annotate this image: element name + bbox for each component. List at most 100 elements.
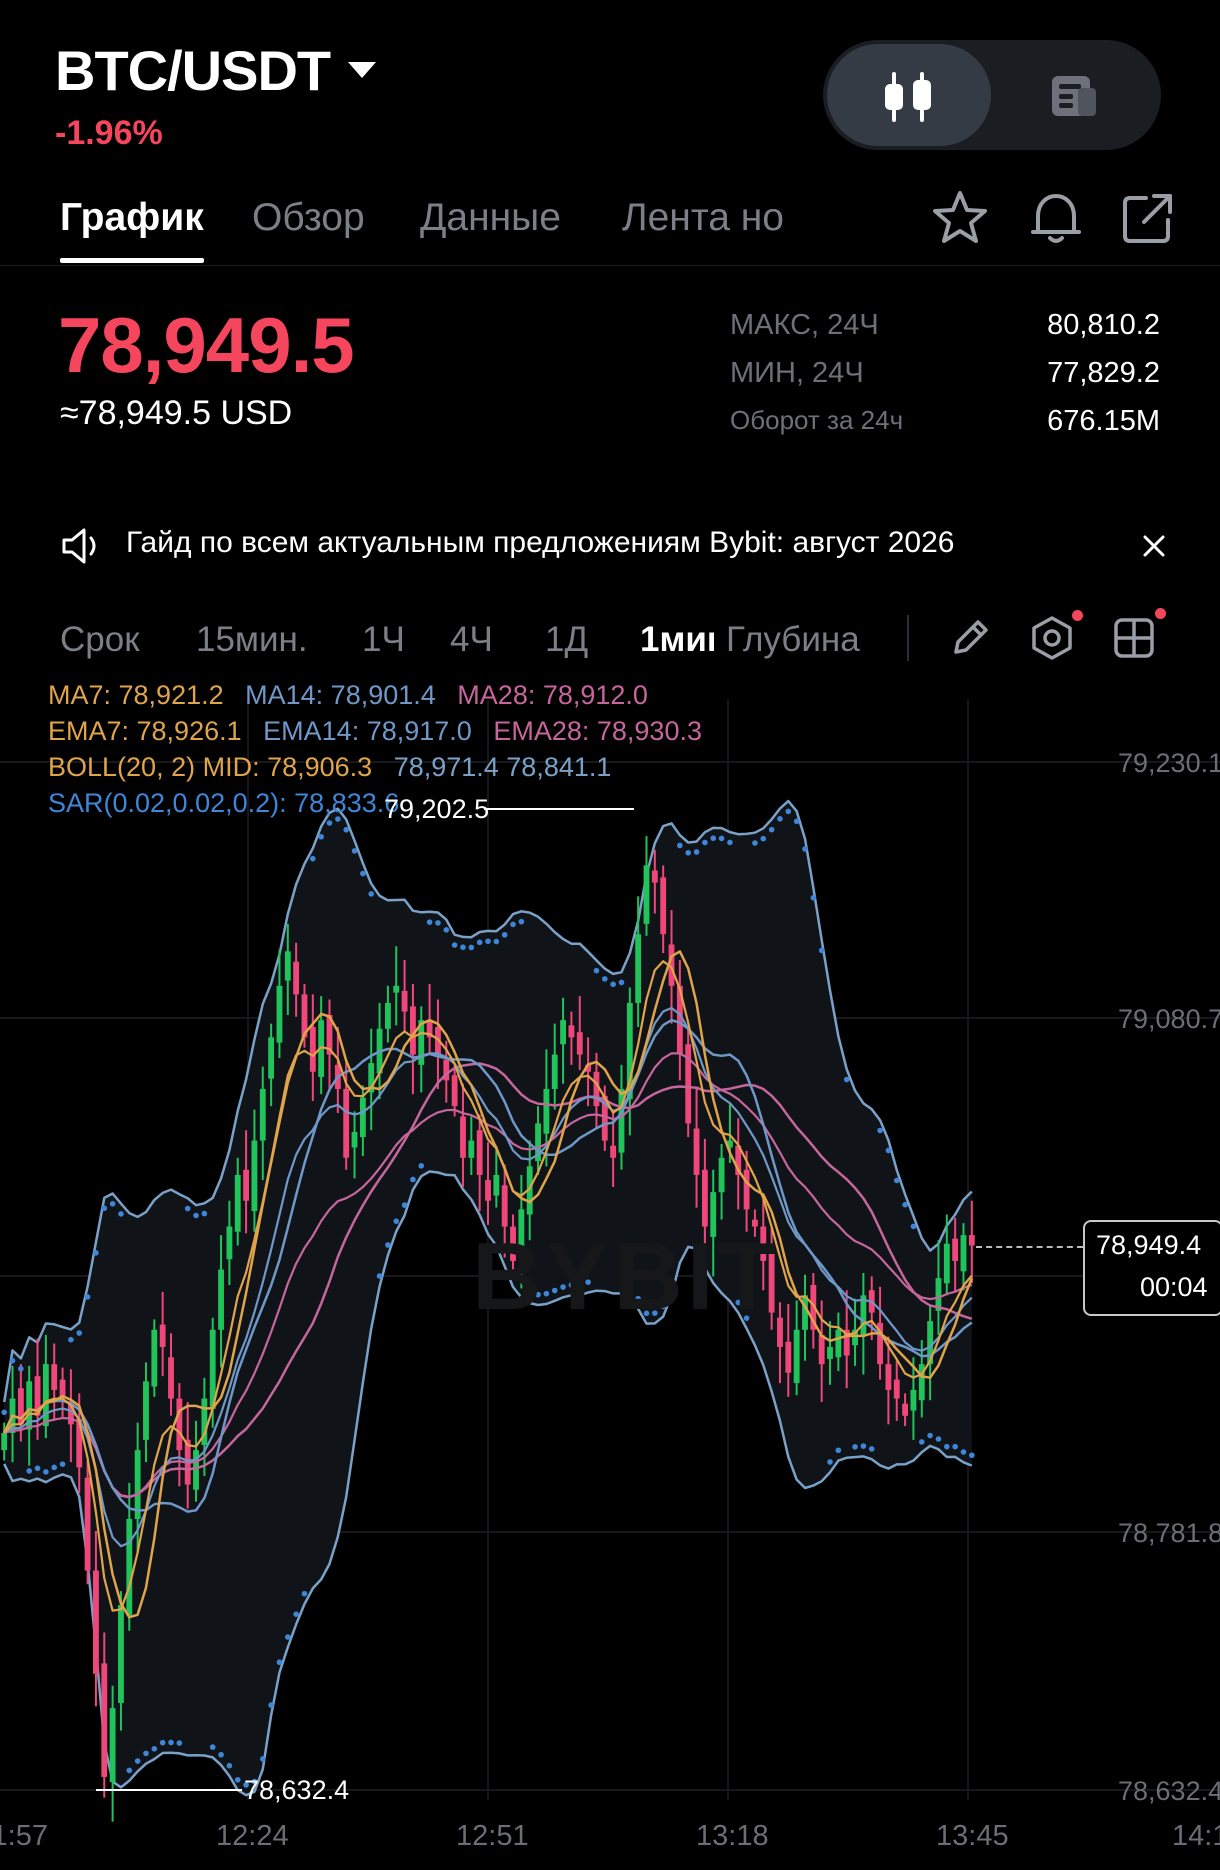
share-icon[interactable] [1120,190,1176,246]
sar-dot [685,849,692,856]
sar-dot [785,808,792,815]
price-change: -1.96% [55,114,163,152]
candle [309,1027,316,1072]
legend-boll-mid: BOLL(20, 2) MID: 78,906.3 [48,752,373,782]
high-annotation-line [484,808,634,810]
candle [476,1130,483,1175]
candle [451,1075,458,1107]
sar-dot [960,1449,967,1455]
legend-ma14: MA14: 78,901.4 [245,680,436,710]
high-annotation: 79,202.5 [384,794,490,824]
sar-dot [268,1702,274,1708]
sar-dot [93,1250,99,1256]
candle [818,1334,825,1365]
last-price: 78,949.5 [58,301,355,389]
sar-dot [468,944,475,951]
candle [785,1341,792,1373]
pair-title[interactable]: BTC/USDT [55,38,331,103]
candle [943,1243,950,1284]
timeframe-1m[interactable]: 1мин [640,620,714,660]
candle [793,1329,800,1384]
sar-dot [368,891,375,897]
star-icon[interactable] [930,188,990,248]
sar-dot [768,826,775,833]
close-icon[interactable] [1142,534,1166,558]
tab-overview[interactable]: Обзор [252,196,365,240]
x-tick: 12:51 [456,1820,529,1852]
sar-dot [710,835,717,842]
sar-dot [918,1439,925,1445]
timeframe-15m[interactable]: 15мин. [196,620,308,660]
candle [893,1379,900,1399]
depth-tab[interactable]: Глубина [726,620,860,660]
sar-dot [802,846,808,852]
sar-dot [927,1432,933,1439]
news-icon[interactable] [1048,70,1100,122]
low-annotation-line [96,1789,242,1791]
sar-dot [501,932,508,938]
legend-sar-row: SAR(0.02,0.02,0.2): 78,833.6 [48,788,399,819]
timeframe-4h[interactable]: 4Ч [450,620,493,660]
x-tick: 12:24 [216,1820,289,1852]
stat-value-high: 80,810.2 [1047,309,1160,341]
sar-dot [84,1294,91,1300]
candle [802,1295,808,1330]
y-tick: 78,632.4 [1118,1776,1220,1806]
sar-dot [827,1459,833,1465]
candle [902,1403,909,1416]
timeframe-1h[interactable]: 1Ч [362,620,405,660]
sar-dot [810,894,817,901]
low-annotation: 78,632.4 [244,1775,350,1805]
candle [226,1226,233,1260]
sar-dot [109,1201,116,1207]
sar-dot [218,1751,224,1758]
tab-news-feed[interactable]: Лента но [622,196,784,240]
notification-dot [1155,608,1166,619]
sar-dot [34,1465,41,1472]
candle [176,1398,183,1451]
stat-label-turnover: Оборот за 24ч [730,405,904,435]
candle [151,1329,158,1387]
candle [743,1169,750,1210]
sar-dot [902,1201,908,1208]
legend-ma7: MA7: 78,921.2 [48,680,224,710]
tab-chart[interactable]: График [60,196,204,240]
candle [93,1570,99,1674]
candle [401,990,408,1012]
sar-dot [68,1336,74,1343]
sar-dot [376,1273,383,1279]
notification-dot [1072,610,1083,621]
pencil-icon[interactable] [948,616,992,660]
sar-dot [101,1205,108,1212]
settings-icon[interactable] [1028,614,1076,662]
layout-icon[interactable] [1112,616,1156,660]
timeframe-1d[interactable]: 1Д [545,620,588,660]
candle [42,1364,49,1427]
sar-dot [969,1452,975,1459]
sar-dot [1,1409,7,1416]
legend-ma28: MA28: 78,912.0 [457,680,648,710]
candle [243,1169,250,1201]
candle [284,951,291,981]
current-price-line [976,1246,1083,1248]
sar-dot [677,842,683,849]
chevron-down-icon[interactable] [348,62,376,78]
legend-ema-row: EMA7: 78,926.1 EMA14: 78,917.0 EMA28: 78… [48,716,702,747]
sar-dot [426,919,433,925]
candle [84,1477,91,1571]
sar-dot [752,840,758,846]
candle [610,1145,617,1158]
candles-icon[interactable] [880,66,940,128]
sar-dot [151,1745,158,1752]
legend-ema28: EMA28: 78,930.3 [493,716,702,746]
candle [168,1357,174,1399]
candle [468,1140,475,1158]
legend-ema7: EMA7: 78,926.1 [48,716,242,746]
announcement-text[interactable]: Гайд по всем актуальным предложениям Byb… [126,526,955,560]
candle [259,1088,266,1141]
candle [251,1140,258,1212]
sar-dot [301,1590,308,1597]
timeframe-term[interactable]: Срок [60,620,140,660]
bell-icon[interactable] [1028,188,1084,248]
tab-data[interactable]: Данные [420,196,561,240]
